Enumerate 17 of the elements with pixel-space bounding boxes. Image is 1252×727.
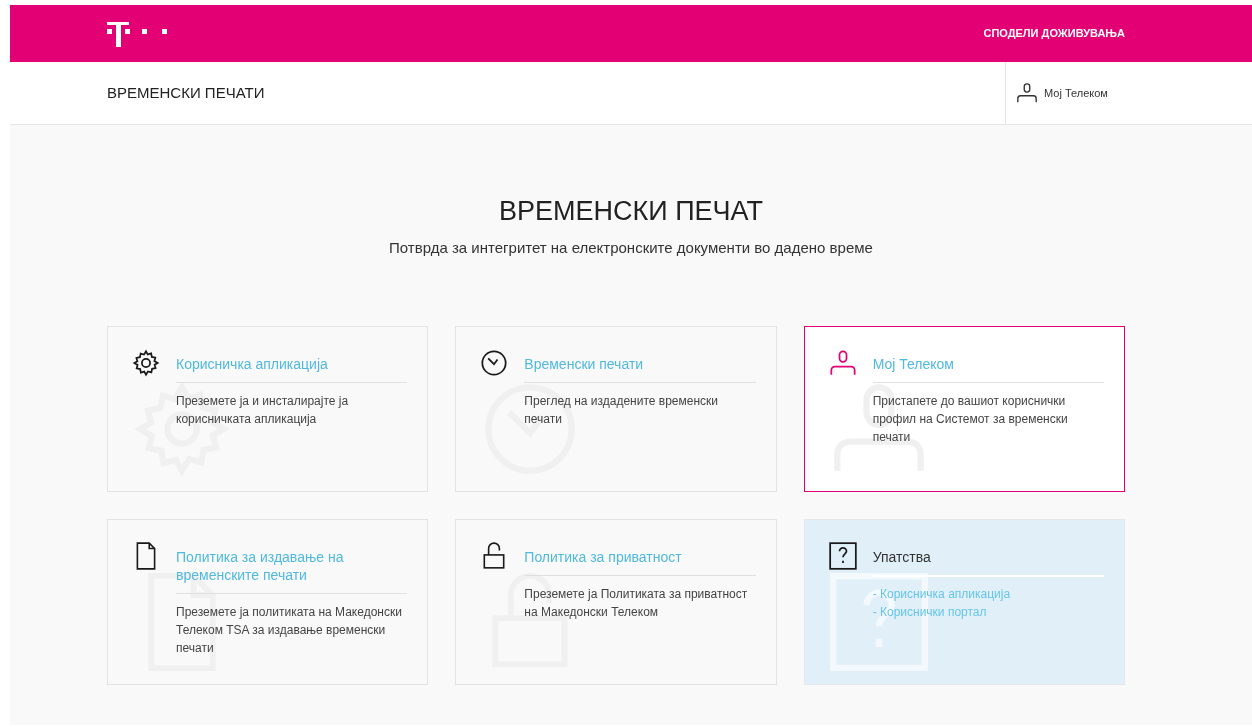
card[interactable]: Мој Телеком Пристапете до вашиот кориснички профил на Системот за временски печати — [803, 325, 1125, 492]
share-link[interactable]: СПОДЕЛИ ДОЖИВУВАЊА — [983, 25, 1125, 42]
hero-title: ВРЕМЕНСКИ ПЕЧАТ — [498, 195, 764, 227]
card-description: Преземете ја политиката на Македонски Телеком TSA за издавање временски печати — [176, 603, 403, 657]
hero-subtitle: Потврда за интегритет на електронските документи во дадено време — [388, 238, 874, 258]
card-description: Преземете ја Политиката за приватност на Македонски Телеком — [524, 585, 749, 621]
page-title: ВРЕМЕНСКИ ПЕЧАТИ — [106, 82, 266, 103]
account-link[interactable]: Мој Телеком — [1005, 62, 1252, 124]
card-description: Преглед на издадените временски печати — [524, 392, 719, 428]
card-description: Пристапете до вашиот кориснички профил на Системот за временски печати — [872, 392, 1069, 446]
card[interactable]: Корисничка апликација Преземете ја и инсталирајте ја корисничката апликација — [107, 325, 429, 492]
card[interactable]: Политика за издавање на временските печати Преземете ја политиката на Македонски Телеком TSA за издавање временски печати — [107, 518, 429, 685]
card-title: Упатства — [872, 547, 1104, 577]
card[interactable]: Временски печати Преглед на издадените временски печати — [455, 325, 777, 492]
card[interactable]: Политика за приватност Преземете ја Политиката за приватност на Македонски Телеком — [455, 518, 777, 685]
card-description: Преземете ја и инсталирајте ја корисничката апликација — [176, 392, 350, 428]
user-icon — [1016, 82, 1038, 104]
